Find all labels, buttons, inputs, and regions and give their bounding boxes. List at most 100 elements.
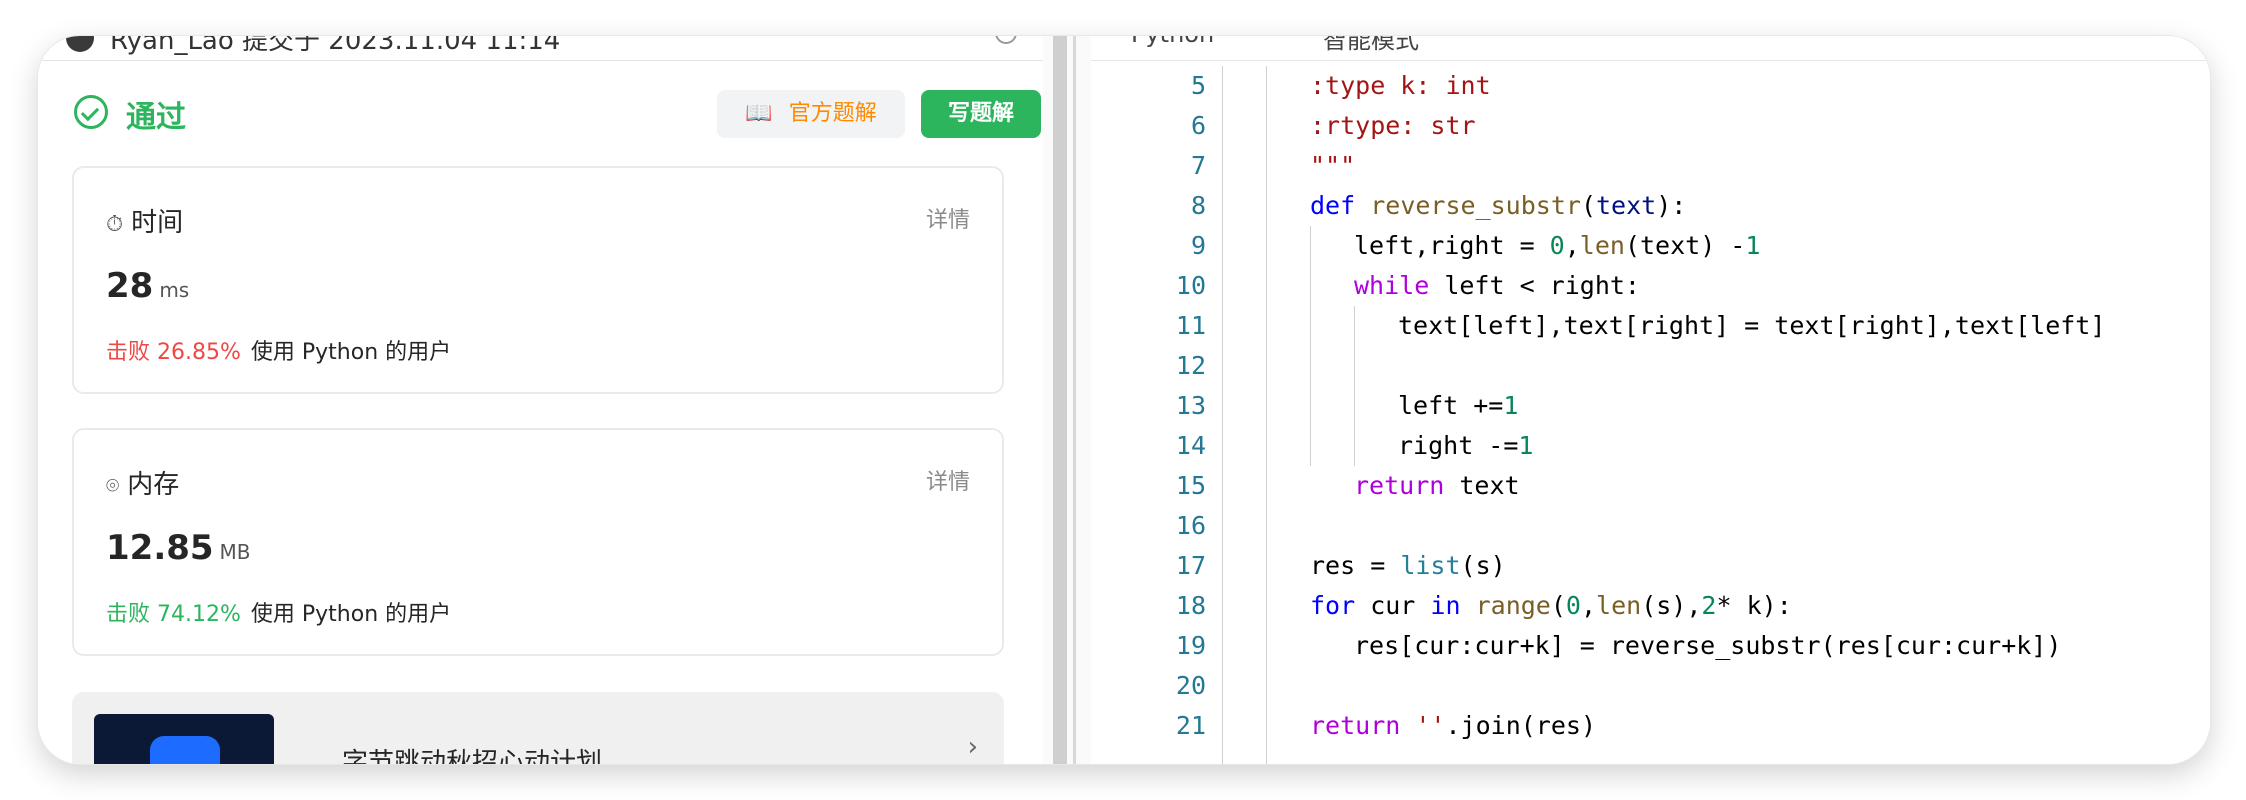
code-token: 0 xyxy=(1565,591,1581,620)
runtime-beat-percent: 击败 26.85% xyxy=(106,340,241,365)
code-token: (text) - xyxy=(1624,231,1746,260)
code-line[interactable]: 12 xyxy=(1091,346,2210,386)
code-token: left,right = xyxy=(1354,231,1550,260)
submission-header: Ryan_Lao 提交于 2023.11.04 11:14 xyxy=(38,36,1043,61)
code-token: left < right: xyxy=(1429,271,1640,300)
code-token: text[left],text[right] = text[right],tex… xyxy=(1398,311,2106,340)
divider xyxy=(1073,36,1076,764)
runtime-unit: ms xyxy=(159,278,190,302)
line-number: 7 xyxy=(1190,151,1206,180)
runtime-card: ⏱ 时间 详情 28 ms 击败 26.85% 使用 Python 的用户 xyxy=(72,166,1004,394)
code-token: :type k: int xyxy=(1310,71,1491,100)
code-line[interactable]: 9 left,right = 0,len(text) -1 xyxy=(1091,226,2210,266)
code-line[interactable]: 7 """ xyxy=(1091,146,2210,186)
check-circle-icon xyxy=(74,95,108,129)
runtime-metric: 28 ms xyxy=(106,266,189,306)
code-line[interactable]: 17 res = list(s) xyxy=(1091,546,2210,586)
code-text: return ''.join(res) xyxy=(1310,706,1596,746)
code-text: :type k: int xyxy=(1310,66,1491,106)
official-solution-label: 官方题解 xyxy=(788,101,877,126)
code-line[interactable]: 20 xyxy=(1091,666,2210,706)
code-token: right -= xyxy=(1398,431,1519,460)
code-line[interactable]: 13 left +=1 xyxy=(1091,386,2210,426)
line-number: 13 xyxy=(1175,391,1206,420)
code-line[interactable]: 18 for cur in range(0,len(s),2* k): xyxy=(1091,586,2210,626)
code-text: res[cur:cur+k] = reverse_substr(res[cur:… xyxy=(1354,626,2061,666)
code-text: text[left],text[right] = text[right],tex… xyxy=(1398,306,2105,346)
line-number: 16 xyxy=(1175,511,1206,540)
code-text: """ xyxy=(1310,146,1355,186)
memory-value: 12.85 xyxy=(106,528,214,568)
code-line[interactable]: 5 :type k: int xyxy=(1091,66,2210,106)
runtime-beat: 击败 26.85% 使用 Python 的用户 xyxy=(106,334,451,366)
code-line[interactable]: 10 while left < right: xyxy=(1091,266,2210,306)
code-text: def reverse_substr(text): xyxy=(1310,186,1686,226)
code-token: len xyxy=(1596,591,1642,620)
code-line[interactable]: 21 return ''.join(res) xyxy=(1091,706,2210,746)
line-number: 9 xyxy=(1190,231,1206,260)
resize-bar[interactable] xyxy=(1053,36,1067,764)
submission-author: Ryan_Lao 提交于 2023.11.04 11:14 xyxy=(110,36,561,56)
memory-detail-link[interactable]: 详情 xyxy=(926,464,970,496)
runtime-beat-text: 使用 Python 的用户 xyxy=(250,340,452,365)
write-solution-button[interactable]: 写题解 xyxy=(921,90,1041,138)
chevron-right-icon: › xyxy=(967,732,978,762)
code-token: range xyxy=(1475,591,1551,620)
code-line[interactable]: 16 xyxy=(1091,506,2210,546)
language-selector[interactable]: Python xyxy=(1131,36,1214,48)
mode-selector[interactable]: 智能模式 xyxy=(1323,36,1419,55)
panel-resize-handle[interactable] xyxy=(1043,36,1091,764)
code-token: text xyxy=(1444,471,1520,500)
line-number: 11 xyxy=(1175,311,1206,340)
submission-result-panel: Ryan_Lao 提交于 2023.11.04 11:14 通过 📖 官方题解 写… xyxy=(38,36,1043,764)
code-token: 0 xyxy=(1549,231,1565,260)
code-line[interactable]: 11 text[left],text[right] = text[right],t… xyxy=(1091,306,2210,346)
line-number: 17 xyxy=(1175,551,1206,580)
code-line[interactable]: 15 return text xyxy=(1091,466,2210,506)
line-number: 10 xyxy=(1175,271,1206,300)
line-number: 21 xyxy=(1175,711,1206,740)
avatar[interactable] xyxy=(66,36,94,52)
line-number: 12 xyxy=(1175,351,1206,380)
code-token: len xyxy=(1579,231,1625,260)
line-number: 5 xyxy=(1190,71,1206,100)
line-number: 18 xyxy=(1175,591,1206,620)
code-token: """ xyxy=(1310,151,1356,180)
code-line[interactable]: 6:rtype: str xyxy=(1091,106,2210,146)
book-icon: 📖 xyxy=(745,101,773,126)
status-label: 通过 xyxy=(126,100,186,135)
line-number: 19 xyxy=(1175,631,1206,660)
code-token: * k): xyxy=(1716,591,1792,620)
code-token: :rtype: str xyxy=(1310,111,1476,140)
code-line[interactable]: 14 right -=1 xyxy=(1091,426,2210,466)
promo-banner[interactable]: 字节跳动秋招心动计划 › xyxy=(72,692,1004,764)
info-icon[interactable] xyxy=(995,36,1017,44)
code-token: , xyxy=(1580,591,1597,620)
line-number: 14 xyxy=(1175,431,1206,460)
code-editor[interactable]: Python 智能模式 5 :type k: int 6:rtype: str 7 ""… xyxy=(1091,36,2210,764)
code-token: return xyxy=(1310,711,1401,740)
promo-thumbnail xyxy=(94,714,274,764)
app-window: Ryan_Lao 提交于 2023.11.04 11:14 通过 📖 官方题解 写… xyxy=(38,36,2210,764)
status-row: 通过 📖 官方题解 写题解 xyxy=(74,90,1044,140)
code-token: 1 xyxy=(1745,231,1761,260)
code-text: return text xyxy=(1354,466,1520,506)
code-token: for xyxy=(1310,591,1356,620)
official-solution-button[interactable]: 📖 官方题解 xyxy=(717,90,905,138)
memory-metric: 12.85 MB xyxy=(106,528,251,568)
editor-toolbar: Python 智能模式 xyxy=(1091,36,2210,61)
runtime-detail-link[interactable]: 详情 xyxy=(926,202,970,234)
memory-card: ⌾ 内存 详情 12.85 MB 击败 74.12% 使用 Python 的用户 xyxy=(72,428,1004,656)
code-token: , xyxy=(1564,231,1580,260)
code-token: left += xyxy=(1398,391,1504,420)
code-line[interactable]: 19 res[cur:cur+k] = reverse_substr(res[cu… xyxy=(1091,626,2210,666)
memory-beat-text: 使用 Python 的用户 xyxy=(250,602,452,627)
code-token: def xyxy=(1310,191,1356,220)
code-line[interactable]: 8 def reverse_substr(text): xyxy=(1091,186,2210,226)
code-token: 1 xyxy=(1518,431,1534,460)
line-number: 20 xyxy=(1175,671,1206,700)
memory-beat: 击败 74.12% 使用 Python 的用户 xyxy=(106,596,451,628)
code-text: right -=1 xyxy=(1398,426,1533,466)
